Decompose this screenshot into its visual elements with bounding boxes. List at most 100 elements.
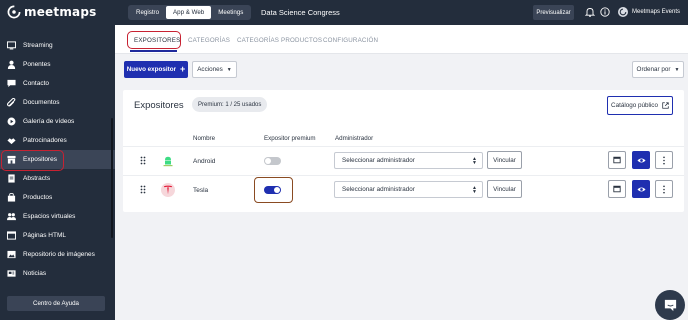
avatar xyxy=(618,7,628,17)
sidebar-item-ponentes[interactable]: Ponentes xyxy=(0,55,115,74)
help-center-button[interactable]: Centro de Ayuda xyxy=(7,296,105,311)
tab-categorias[interactable]: CATEGORÍAS xyxy=(188,37,230,44)
column-header-name: Nombre xyxy=(193,135,216,142)
sidebar-item-label: Ponentes xyxy=(23,61,51,68)
sidebar-item-label: Expositores xyxy=(23,156,57,163)
new-exhibitor-button[interactable]: Nuevo expositor + xyxy=(124,61,188,78)
tab-configuracion[interactable]: CONFIGURACIÓN xyxy=(323,37,378,44)
tab-categorias-productos[interactable]: CATEGORÍAS PRODUCTOS xyxy=(237,37,322,44)
sidebar-item-paginas-html[interactable]: Páginas HTML xyxy=(0,226,115,245)
user-name: Meetmaps Events xyxy=(632,9,681,15)
sidebar-item-contacto[interactable]: Contacto xyxy=(0,74,115,93)
tesla-logo-icon xyxy=(163,185,173,195)
admin-select[interactable]: Seleccionar administrador ▲ ▼ xyxy=(334,152,483,169)
top-bar: Registro App & Web Meetings Data Science… xyxy=(115,0,688,25)
link-button[interactable]: Vincular xyxy=(487,151,522,169)
sidebar-item-expositores[interactable]: Expositores xyxy=(0,150,115,171)
store-icon xyxy=(7,155,16,164)
sidebar-item-repositorio-imagenes[interactable]: Repositorio de imágenes xyxy=(0,245,115,264)
premium-toggle[interactable] xyxy=(264,157,281,165)
sidebar: meetmaps Streaming Ponentes Contacto Doc… xyxy=(0,0,115,320)
toggle-knob xyxy=(265,158,271,164)
exhibitors-card: Expositores Premium: 1 / 25 usados Catál… xyxy=(123,90,684,212)
more-options-button[interactable] xyxy=(655,180,673,198)
edit-button[interactable] xyxy=(608,180,626,198)
brand-name: meetmaps xyxy=(24,5,97,19)
active-tab-indicator xyxy=(130,50,177,52)
table-row: Android Seleccionar administrador ▲ ▼ Vin… xyxy=(123,146,684,175)
select-arrows-icon: ▲ ▼ xyxy=(472,185,477,195)
sidebar-item-abstracts[interactable]: Abstracts xyxy=(0,169,115,188)
segment-registro[interactable]: Registro xyxy=(129,6,166,19)
segment-meetings[interactable]: Meetings xyxy=(211,6,250,19)
page-title: Expositores xyxy=(134,100,184,111)
caret-down-icon: ▼ xyxy=(226,66,232,73)
more-options-button[interactable] xyxy=(655,151,673,169)
bell-icon[interactable] xyxy=(585,7,595,17)
sidebar-item-label: Repositorio de imágenes xyxy=(23,251,95,258)
image-icon xyxy=(7,250,16,259)
sidebar-item-label: Galería de vídeos xyxy=(23,118,75,125)
more-vertical-icon xyxy=(663,156,665,164)
sidebar-scrollbar[interactable] xyxy=(111,118,113,238)
actions-label: Acciones xyxy=(197,66,223,73)
admin-select[interactable]: Seleccionar administrador ▲ ▼ xyxy=(334,181,483,198)
sidebar-item-label: Productos xyxy=(23,194,53,201)
admin-select-value: Seleccionar administrador xyxy=(342,186,415,193)
drag-handle-icon[interactable] xyxy=(140,185,146,194)
streaming-icon xyxy=(7,41,16,50)
plus-icon: + xyxy=(180,64,186,74)
view-button[interactable] xyxy=(632,180,650,198)
premium-usage-badge: Premium: 1 / 25 usados xyxy=(192,97,268,112)
sidebar-item-label: Espacios virtuales xyxy=(23,213,76,220)
info-icon[interactable] xyxy=(600,7,610,17)
table-row: Tesla Seleccionar administrador ▲ ▼ Vincu… xyxy=(123,175,684,204)
drag-handle-icon[interactable] xyxy=(140,156,146,165)
meetmaps-logo-icon xyxy=(7,5,21,19)
more-vertical-icon xyxy=(663,185,665,193)
sidebar-item-label: Contacto xyxy=(23,80,50,87)
public-catalog-label: Catálogo público xyxy=(611,102,658,109)
sidebar-item-documentos[interactable]: Documentos xyxy=(0,93,115,112)
video-icon xyxy=(7,117,16,126)
sidebar-item-espacios-virtuales[interactable]: Espacios virtuales xyxy=(0,207,115,226)
sidebar-item-label: Abstracts xyxy=(23,175,51,182)
abstract-icon xyxy=(8,174,15,183)
view-button[interactable] xyxy=(632,151,650,169)
sponsor-icon xyxy=(7,138,16,145)
exhibitor-name: Tesla xyxy=(193,187,209,194)
user-avatar-icon xyxy=(619,8,627,16)
exhibitor-logo xyxy=(161,183,175,197)
external-link-icon xyxy=(662,102,669,109)
sidebar-item-label: Páginas HTML xyxy=(23,232,66,239)
link-button[interactable]: Vincular xyxy=(487,180,522,198)
sidebar-menu: Streaming Ponentes Contacto Documentos G… xyxy=(0,36,115,283)
sidebar-item-label: Documentos xyxy=(23,99,60,106)
caret-down-icon: ▼ xyxy=(674,66,680,73)
document-icon xyxy=(7,98,16,107)
user-menu[interactable]: Meetmaps Events xyxy=(618,7,680,17)
segment-app-web[interactable]: App & Web xyxy=(166,6,212,19)
sidebar-item-galeria-videos[interactable]: Galería de vídeos xyxy=(0,112,115,131)
preview-button[interactable]: Previsualizar xyxy=(533,5,574,20)
sort-dropdown[interactable]: Ordenar por ▼ xyxy=(632,61,684,78)
sidebar-item-patrocinadores[interactable]: Patrocinadores xyxy=(0,131,115,150)
sidebar-item-productos[interactable]: Productos xyxy=(0,188,115,207)
sidebar-item-noticias[interactable]: Noticias xyxy=(0,264,115,283)
sidebar-item-label: Streaming xyxy=(23,42,53,49)
event-title: Data Science Congress xyxy=(261,8,340,17)
html-icon xyxy=(7,231,16,240)
brand-logo[interactable]: meetmaps xyxy=(7,5,96,19)
sort-label: Ordenar por xyxy=(636,66,671,73)
chat-widget-button[interactable] xyxy=(655,290,685,320)
public-catalog-button[interactable]: Catálogo público xyxy=(607,96,673,115)
contact-icon xyxy=(7,79,16,88)
edit-button[interactable] xyxy=(608,151,626,169)
actions-dropdown[interactable]: Acciones ▼ xyxy=(192,61,237,78)
new-exhibitor-label: Nuevo expositor xyxy=(126,66,177,73)
column-header-admin: Administrador xyxy=(335,135,374,142)
highlight-box-toggle xyxy=(254,177,293,203)
module-switcher: Registro App & Web Meetings xyxy=(128,5,252,20)
sidebar-item-streaming[interactable]: Streaming xyxy=(0,36,115,55)
sidebar-item-label: Patrocinadores xyxy=(23,137,67,144)
